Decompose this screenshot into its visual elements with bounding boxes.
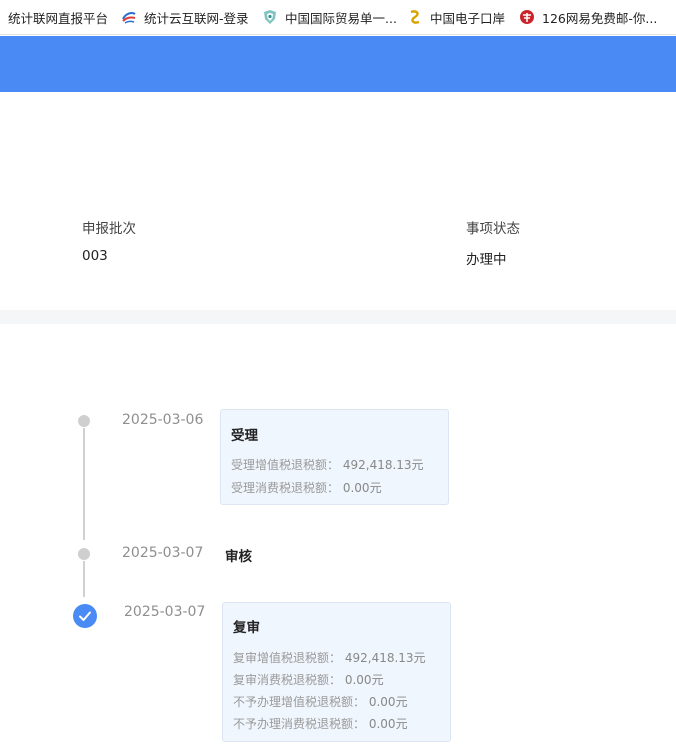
bookmark-label: 中国国际贸易单一... [285, 10, 397, 26]
timeline-dot-icon [78, 415, 90, 427]
step-date: 2025-03-07 [122, 545, 204, 561]
detail-line: 复审增值税退税额： 492,418.13元 [233, 649, 426, 666]
bookmark-label: 中国电子口岸 [430, 10, 506, 26]
batch-label: 申报批次 [82, 221, 136, 237]
detail-line: 受理消费税退税额： 0.00元 [231, 479, 382, 496]
bookmark-label: 126网易免费邮-你... [542, 10, 658, 26]
detail-value: 0.00元 [368, 717, 408, 731]
step-date: 2025-03-06 [122, 412, 204, 428]
detail-line: 受理增值税退税额： 492,418.13元 [231, 456, 424, 473]
detail-value: 0.00元 [368, 695, 408, 709]
status-label: 事项状态 [466, 221, 520, 237]
bookmark-stats-report[interactable]: 统计联网直报平台 [8, 0, 108, 34]
timeline-connector [83, 561, 85, 597]
section-divider [0, 310, 676, 324]
detail-label: 不予办理消费税退税额： [233, 717, 366, 731]
check-circle-icon [73, 604, 97, 628]
step-date: 2025-03-07 [124, 604, 206, 620]
step-title: 复审 [233, 620, 260, 636]
detail-label: 受理消费税退税额： [231, 481, 340, 495]
bookmark-126-mail[interactable]: 126网易免费邮-你... [519, 0, 657, 34]
bookmark-e-port[interactable]: 中国电子口岸 [407, 0, 505, 34]
shield-logo-icon [262, 9, 278, 25]
timeline-connector [83, 428, 85, 540]
detail-label: 复审增值税退税额： [233, 651, 342, 665]
detail-value: 492,418.13元 [344, 651, 426, 665]
detail-value: 0.00元 [344, 673, 384, 687]
bookmark-label: 统计云互联网-登录 [144, 10, 249, 26]
step-title: 审核 [225, 549, 252, 565]
step-card-review: 复审 复审增值税退税额： 492,418.13元 复审消费税退税额： 0.00元… [222, 602, 451, 742]
detail-value: 0.00元 [342, 481, 382, 495]
info-panel: 申报批次 003 事项状态 办理中 [0, 92, 676, 322]
detail-line: 复审消费税退税额： 0.00元 [233, 671, 384, 688]
detail-label: 复审消费税退税额： [233, 673, 342, 687]
status-value: 办理中 [466, 252, 507, 268]
step-card-accept: 受理 受理增值税退税额： 492,418.13元 受理消费税退税额： 0.00元 [220, 409, 449, 505]
batch-value: 003 [82, 248, 108, 264]
bookmarks-bar: 统计联网直报平台 统计云互联网-登录 中国国际贸易单一... 中国电子口岸 12… [0, 0, 676, 35]
detail-label: 不予办理增值税退税额： [233, 695, 366, 709]
bookmark-stats-cloud[interactable]: 统计云互联网-登录 [121, 0, 249, 34]
detail-line: 不予办理消费税退税额： 0.00元 [233, 715, 408, 732]
detail-label: 受理增值税退税额： [231, 458, 340, 472]
detail-line: 不予办理增值税退税额： 0.00元 [233, 693, 408, 710]
bookmark-single-window[interactable]: 中国国际贸易单一... [262, 0, 397, 34]
bookmark-label: 统计联网直报平台 [8, 10, 109, 26]
swirl-logo-icon [121, 9, 137, 25]
detail-value: 492,418.13元 [342, 458, 424, 472]
gold-logo-icon [407, 9, 423, 25]
page-header-bar [0, 36, 676, 92]
timeline-dot-icon [78, 548, 90, 560]
step-title: 受理 [231, 428, 258, 444]
netease-logo-icon [519, 9, 535, 25]
